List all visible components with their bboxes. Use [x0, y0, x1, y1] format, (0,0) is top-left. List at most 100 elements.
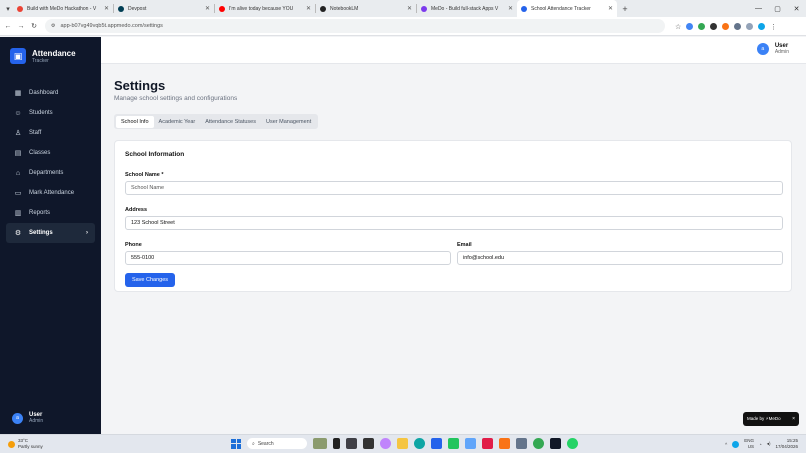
site-info-icon[interactable]: ⚙ [51, 23, 55, 29]
settings-tabs: School Info Academic Year Attendance Sta… [114, 114, 319, 129]
app-icon[interactable] [448, 438, 459, 449]
store-icon[interactable] [431, 438, 442, 449]
copilot-icon[interactable] [380, 438, 391, 449]
tab-close-icon[interactable]: ✕ [104, 5, 109, 12]
tab-search-icon[interactable]: ▾ [3, 5, 13, 13]
bookmark-icon[interactable]: ☆ [675, 23, 681, 31]
app-icon[interactable] [346, 438, 357, 449]
whatsapp-icon[interactable] [567, 438, 578, 449]
vlc-icon[interactable] [499, 438, 510, 449]
school-logo-icon: ▣ [10, 48, 26, 64]
close-icon[interactable]: × [792, 416, 795, 422]
tab-school-info[interactable]: School Info [116, 115, 154, 128]
windows-start-icon[interactable] [231, 438, 241, 449]
widgets-app-icon[interactable] [313, 438, 327, 449]
back-icon[interactable]: ← [3, 23, 13, 30]
extension-icon[interactable] [746, 22, 754, 30]
tab-attendance-statuses[interactable]: Attendance Statuses [200, 116, 261, 128]
new-tab-icon[interactable]: + [620, 4, 630, 14]
close-window-icon[interactable]: ✕ [787, 5, 806, 13]
app-icon[interactable] [482, 438, 493, 449]
maximize-icon[interactable]: ▢ [768, 5, 787, 13]
browser-tab[interactable]: I'm alive today because YOU ✕ [215, 0, 315, 17]
sidebar-item-label: Settings [29, 230, 53, 236]
save-button[interactable]: Save Changes [125, 273, 175, 287]
edge-icon[interactable] [414, 438, 425, 449]
extension-icon[interactable] [710, 22, 718, 30]
weather-widget[interactable]: 33°C Partly sunny [8, 438, 43, 450]
task-view-icon[interactable] [333, 438, 340, 449]
browser-tab[interactable]: MeDo - Build full-stack Apps V ✕ [417, 0, 517, 17]
tab-favicon-icon [320, 5, 326, 12]
tab-label: I'm alive today because YOU [229, 5, 294, 12]
topbar-user[interactable]: a User Admin [756, 43, 789, 55]
chevron-up-icon[interactable]: ^ [725, 442, 727, 447]
browser-tab[interactable]: Devpost ✕ [114, 0, 214, 17]
sidebar-item-classes[interactable]: ▤ Classes [0, 143, 101, 163]
app-icon[interactable] [363, 438, 374, 449]
tab-favicon-icon [421, 5, 427, 12]
tab-user-management[interactable]: User Management [261, 116, 316, 128]
building-icon: ⌂ [15, 169, 21, 177]
sidebar-item-label: Staff [29, 130, 42, 136]
wifi-icon[interactable]: ◔ [759, 442, 762, 447]
forward-icon[interactable]: → [16, 23, 26, 30]
extension-icon[interactable] [686, 22, 694, 30]
menu-icon[interactable]: ⋮ [770, 23, 777, 31]
extension-icon[interactable] [722, 22, 730, 30]
tab-close-icon[interactable]: ✕ [205, 5, 210, 12]
brand[interactable]: ▣ Attendance Tracker [0, 37, 101, 75]
sidebar-item-settings[interactable]: ⚙ Settings › [6, 223, 95, 243]
school-name-input[interactable]: School Name [125, 181, 783, 195]
tab-close-icon[interactable]: ✕ [306, 5, 311, 12]
phone-input[interactable]: 555-0100 [125, 251, 451, 265]
tab-close-icon[interactable]: ✕ [508, 5, 513, 12]
system-tray: ^ ENG US ◔ ◂) 15:25 17/04/2026 [725, 438, 798, 450]
chrome-icon[interactable] [533, 438, 544, 449]
profile-icon[interactable] [758, 22, 766, 30]
app-icon[interactable] [516, 438, 527, 449]
extension-icon[interactable] [734, 22, 742, 30]
browser-tab[interactable]: NotebookLM ✕ [316, 0, 416, 17]
volume-icon[interactable]: ◂) [767, 441, 771, 447]
phone-label: Phone [125, 242, 142, 248]
users-icon: ☺ [14, 109, 22, 117]
address-label: Address [125, 207, 148, 213]
tab-academic-year[interactable]: Academic Year [154, 116, 201, 128]
sun-icon [8, 440, 15, 448]
clock[interactable]: 15:25 17/04/2026 [775, 438, 798, 450]
minimize-icon[interactable]: — [749, 5, 768, 12]
avatar: a [12, 412, 23, 424]
language-indicator[interactable]: ENG US [744, 438, 754, 450]
page-subtitle: Manage school settings and configuration… [114, 95, 238, 102]
tab-close-icon[interactable]: ✕ [407, 5, 412, 12]
extension-icon[interactable] [698, 22, 706, 30]
gear-icon: ⚙ [14, 230, 22, 237]
school-name-label: School Name * [125, 172, 164, 178]
sidebar-user[interactable]: a User Admin [12, 412, 43, 424]
sidebar-item-departments[interactable]: ⌂ Departments [0, 163, 101, 183]
sidebar-item-staff[interactable]: ♙ Staff [0, 123, 101, 143]
app-icon[interactable] [465, 438, 476, 449]
sidebar-item-label: Departments [29, 170, 64, 176]
tray-app-icon[interactable] [732, 440, 740, 448]
sidebar-item-reports[interactable]: ▥ Reports [0, 203, 101, 223]
taskbar-search[interactable]: ⌕ Search [247, 438, 307, 449]
reload-icon[interactable]: ↻ [29, 22, 39, 30]
card-title: School Information [125, 151, 185, 158]
sidebar-item-dashboard[interactable]: ▦ Dashboard [0, 83, 101, 103]
tab-close-icon[interactable]: ✕ [608, 5, 613, 12]
browser-tab-active[interactable]: School Attendance Tracker ✕ [517, 0, 617, 17]
app-icon[interactable] [550, 438, 561, 449]
address-input[interactable]: 123 School Street [125, 216, 783, 230]
url-field[interactable]: ⚙ app-b07vg49vqb5t.appmedo.com/settings [45, 19, 665, 33]
topbar: a User Admin [101, 37, 806, 64]
browser-tab[interactable]: Build with MeDo Hackathon - V ✕ [13, 0, 113, 17]
made-by-badge[interactable]: Made by ⚡MeDo × [743, 412, 799, 426]
file-explorer-icon[interactable] [397, 438, 408, 449]
email-input[interactable]: info@school.edu [457, 251, 783, 265]
user-icon: ♙ [14, 130, 22, 137]
sidebar-item-mark-attendance[interactable]: ▭ Mark Attendance [0, 183, 101, 203]
sidebar: ▣ Attendance Tracker ▦ Dashboard ☺ Stude… [0, 37, 101, 434]
sidebar-item-students[interactable]: ☺ Students [0, 103, 101, 123]
